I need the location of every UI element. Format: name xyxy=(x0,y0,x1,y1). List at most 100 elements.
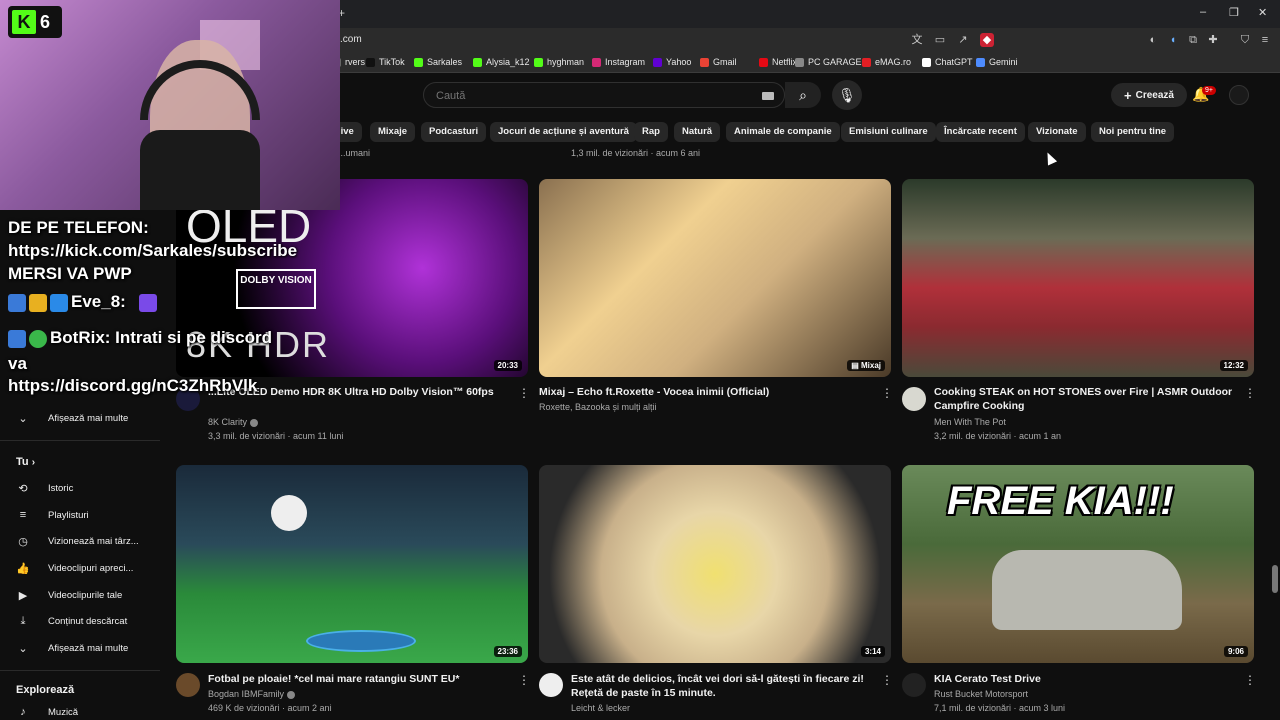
shirt-image xyxy=(140,130,260,210)
video-title[interactable]: Este atât de delicios, încât vei dori să… xyxy=(571,672,871,700)
bookmark-label: TikTok xyxy=(379,57,405,67)
sidebar-item[interactable]: ▶ Videoclipurile tale xyxy=(16,589,123,602)
voice-search-button[interactable]: 🎙 xyxy=(832,80,862,110)
filter-chip[interactable]: Podcasturi xyxy=(421,122,487,142)
puzzle-icon[interactable]: ✚ xyxy=(1206,33,1220,47)
maximize-button[interactable]: ❐ xyxy=(1229,6,1239,19)
filter-chip[interactable]: Animale de companie xyxy=(726,122,840,142)
video-thumbnail[interactable]: ▤ Mixaj xyxy=(539,179,891,377)
filter-chip[interactable]: Natură xyxy=(674,122,721,142)
sidebar-show-more[interactable]: ⌄ Afișează mai multe xyxy=(16,412,128,425)
search-button[interactable]: ⌕ xyxy=(785,82,821,108)
clock-icon: ◷ xyxy=(18,536,28,548)
bookmark-item[interactable]: ChatGPT xyxy=(922,57,973,67)
extension-icon[interactable]: ◐ xyxy=(1146,33,1160,47)
video-stats: 3,3 mil. de vizionări · acum 11 luni xyxy=(208,431,344,441)
sidebar-item-music[interactable]: ♪ Muzică xyxy=(16,706,78,718)
channel-name[interactable]: Men With The Pot xyxy=(934,415,1006,429)
filter-chip[interactable]: Rap xyxy=(634,122,668,142)
download-icon: ⤓ xyxy=(20,615,26,627)
more-options-icon[interactable]: ⋮ xyxy=(881,673,893,687)
close-window-button[interactable]: ✕ xyxy=(1258,6,1267,19)
filter-chip[interactable]: Mixaje xyxy=(370,122,416,142)
more-options-icon[interactable]: ⋮ xyxy=(881,386,893,400)
filter-chip[interactable]: Încărcate recent xyxy=(936,122,1025,142)
bookmark-item[interactable]: TikTok xyxy=(366,57,405,67)
bookmark-item[interactable]: Sarkales xyxy=(414,57,462,67)
badge-icon xyxy=(50,293,68,312)
create-label: Creează xyxy=(1135,89,1174,101)
badge-icon xyxy=(8,329,26,348)
channel-name[interactable]: Bogdan IBMFamily xyxy=(208,687,296,701)
thumb-text: FREE KIA!!! xyxy=(947,479,1174,523)
bookmark-item[interactable]: Yahoo xyxy=(653,57,691,67)
mic-icon: 🎙 xyxy=(838,87,856,103)
channel-name[interactable]: Roxette, Bazooka și mulți alții xyxy=(539,400,657,414)
cast-icon[interactable]: ▭ xyxy=(933,33,947,47)
extension-icon[interactable]: ⧉ xyxy=(1186,33,1200,47)
filter-chip[interactable]: Emisiuni culinare xyxy=(841,122,936,142)
sidebar-item-label: Afișează mai multe xyxy=(48,413,129,424)
video-thumbnail[interactable]: 23:36 xyxy=(176,465,528,663)
channel-avatar[interactable] xyxy=(902,387,926,411)
filter-chip[interactable]: Noi pentru tine xyxy=(1091,122,1175,142)
brave-shield-icon[interactable]: ◆ xyxy=(980,33,994,47)
bookmark-item[interactable]: Gemini xyxy=(976,57,1018,67)
sidebar-item[interactable]: ◷ Vizionează mai târz... xyxy=(16,535,138,548)
channel-name[interactable]: 8K Clarity xyxy=(208,415,259,429)
video-title[interactable]: Cooking STEAK on HOT STONES over Fire | … xyxy=(934,385,1234,413)
chevron-down-icon: ⌄ xyxy=(18,413,28,425)
vpn-icon[interactable]: ⛉ xyxy=(1238,33,1252,47)
sidebar-item-label: Videoclipuri apreci... xyxy=(48,563,134,574)
video-title[interactable]: Mixaj – Echo ft.Roxette - Vocea inimii (… xyxy=(539,385,869,399)
bookmark-item[interactable]: PC GARAGE xyxy=(795,57,862,67)
overlay-chat-line: https://kick.com/Sarkales/subscribe xyxy=(8,241,298,260)
more-options-icon[interactable]: ⋮ xyxy=(518,673,530,687)
bookmark-item[interactable]: eMAG.ro xyxy=(862,57,911,67)
scrollbar[interactable] xyxy=(1272,565,1278,593)
search-input[interactable] xyxy=(436,88,736,104)
more-options-icon[interactable]: ⋮ xyxy=(518,386,530,400)
channel-name[interactable]: Leicht & lecker xyxy=(571,701,630,715)
more-options-icon[interactable]: ⋮ xyxy=(1244,673,1256,687)
sidebar-item[interactable]: ⟲ Istoric xyxy=(16,482,73,495)
sidebar-item[interactable]: ≡ Playlisturi xyxy=(16,509,89,521)
sidebar-item-label: Muzică xyxy=(48,706,79,718)
sidebar-you-heading[interactable]: Tu › xyxy=(16,456,35,468)
channel-name[interactable]: Rust Bucket Motorsport xyxy=(934,687,1028,701)
create-button[interactable]: + Creează xyxy=(1111,83,1187,107)
filter-chip[interactable]: Vizionate xyxy=(1028,122,1086,142)
sidebar-item[interactable]: ⤓ Conținut descărcat xyxy=(16,615,128,628)
chevron-right-icon: › xyxy=(31,457,36,468)
sidebar-explore-heading: Explorează xyxy=(16,684,75,696)
video-thumbnail[interactable]: 3:14 xyxy=(539,465,891,663)
minimize-button[interactable]: – xyxy=(1200,6,1206,18)
sidebar-item[interactable]: 👍 Videoclipuri apreci... xyxy=(16,562,133,575)
video-title[interactable]: KIA Cerato Test Drive xyxy=(934,672,1234,686)
bookmark-item[interactable]: Instagram xyxy=(592,57,645,67)
video-stats: 3,2 mil. de vizionări · acum 1 an xyxy=(934,431,1062,441)
url-text[interactable]: .com xyxy=(340,34,362,45)
video-thumbnail[interactable]: 12:32 xyxy=(902,179,1254,377)
share-icon[interactable]: ↗ xyxy=(956,33,970,47)
sidebar-item-label: Istoric xyxy=(48,483,74,494)
keyboard-icon[interactable] xyxy=(762,92,774,100)
video-title[interactable]: Fotbal pe ploaie! *cel mai mare ratangiu… xyxy=(208,672,508,686)
avatar[interactable] xyxy=(1229,85,1249,105)
bookmark-item[interactable]: Alysia_k12 xyxy=(473,57,530,67)
bookmark-icon xyxy=(922,57,931,67)
more-options-icon[interactable]: ⋮ xyxy=(1244,386,1256,400)
filter-chip[interactable]: Jocuri de acțiune și aventură xyxy=(490,122,637,142)
menu-icon[interactable]: ≡ xyxy=(1258,33,1272,47)
bookmark-item[interactable]: Netflix xyxy=(759,57,797,67)
sidebar-item[interactable]: ⌄ Afișează mai multe xyxy=(16,642,128,655)
extension-icon[interactable]: ◖ xyxy=(1166,33,1180,47)
channel-avatar[interactable] xyxy=(902,673,926,697)
bookmark-item[interactable]: hyghman xyxy=(534,57,584,67)
channel-avatar[interactable] xyxy=(539,673,563,697)
translate-icon[interactable]: 文 xyxy=(910,33,924,47)
bookmark-item[interactable]: Gmail xyxy=(700,57,737,67)
bookmark-icon xyxy=(534,57,543,67)
channel-avatar[interactable] xyxy=(176,673,200,697)
video-thumbnail[interactable]: FREE KIA!!! 9:06 xyxy=(902,465,1254,663)
